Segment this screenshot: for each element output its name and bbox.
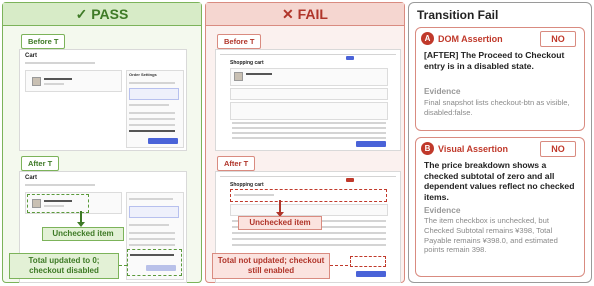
pass-panel: ✓ PASS Before T Cart Order Settings Afte…	[2, 2, 202, 283]
dom-verdict: NO	[540, 31, 576, 47]
screen-title: Shopping cart	[230, 182, 264, 188]
unchecked-item-callout: Unchecked item	[42, 227, 124, 241]
dom-assertion-card: A DOM Assertion NO [AFTER] The Proceed t…	[415, 27, 585, 131]
screen-title: Cart	[25, 175, 38, 181]
transition-title: Transition Fail	[417, 8, 499, 22]
before-tag: Before T	[217, 34, 262, 49]
checkout-button[interactable]	[148, 138, 178, 144]
connector	[330, 265, 348, 267]
transition-panel: Transition Fail A DOM Assertion NO [AFTE…	[408, 2, 592, 283]
before-screenshot: Cart Order Settings	[19, 49, 187, 151]
visual-verdict: NO	[540, 141, 576, 157]
checkout-button-disabled[interactable]	[146, 265, 176, 271]
screen-title: Shopping cart	[230, 60, 264, 66]
connector	[119, 265, 127, 267]
product-thumbnail	[32, 77, 41, 86]
total-highlight	[350, 256, 386, 267]
after-tag: After T	[21, 156, 60, 171]
total-callout: Total updated to 0; checkout disabled	[9, 253, 119, 279]
badge-a: A	[421, 32, 434, 45]
checkout-button[interactable]	[356, 141, 386, 147]
product-thumbnail	[234, 72, 243, 81]
total-callout: Total not updated; checkout still enable…	[212, 253, 330, 279]
unchecked-item-callout: Unchecked item	[238, 216, 322, 230]
fail-panel: ✕ FAIL Before T Shopping cart After T Sh…	[205, 2, 405, 283]
fail-header: ✕ FAIL	[206, 3, 404, 26]
visual-assertion-title: Visual Assertion	[438, 144, 509, 154]
visual-assertion-card: B Visual Assertion NO The price breakdow…	[415, 137, 585, 277]
summary-title: Order Settings	[129, 72, 157, 77]
visual-evidence-label: Evidence	[424, 205, 461, 215]
badge-b: B	[421, 142, 434, 155]
pass-header: ✓ PASS	[3, 3, 201, 26]
dom-assertion-title: DOM Assertion	[438, 34, 503, 44]
dom-statement: [AFTER] The Proceed to Checkout entry is…	[424, 50, 565, 71]
visual-statement: The price breakdown shows a checked subt…	[424, 160, 575, 202]
after-tag: After T	[217, 156, 256, 171]
screen-title: Cart	[25, 53, 38, 59]
dom-evidence: Final snapshot lists checkout-btn as vis…	[424, 98, 570, 117]
checkout-button-enabled[interactable]	[356, 271, 386, 277]
dom-evidence-label: Evidence	[424, 86, 461, 96]
before-screenshot: Shopping cart	[215, 49, 401, 151]
before-tag: Before T	[21, 34, 66, 49]
visual-evidence: The item checkbox is unchecked, but Chec…	[424, 216, 558, 255]
